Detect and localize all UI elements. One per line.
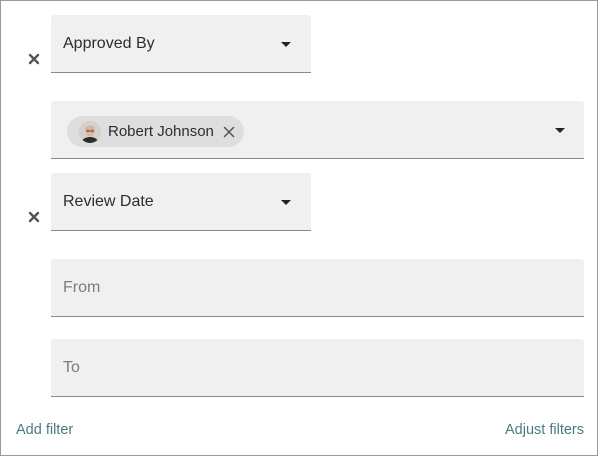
close-icon: [28, 53, 40, 65]
person-avatar: [79, 120, 101, 143]
filter-field-select-review-date[interactable]: Review Date: [51, 173, 311, 231]
approved-by-value-select[interactable]: Robert Johnson: [51, 101, 584, 159]
filter-panel: Approved By Robert Johnson Review Date F…: [0, 0, 598, 456]
add-filter-link[interactable]: Add filter: [16, 422, 73, 438]
close-icon: [28, 211, 40, 223]
date-to-input[interactable]: To: [51, 339, 584, 397]
chip-remove-close-icon[interactable]: [222, 125, 236, 139]
filter-field-label: Approved By: [63, 34, 155, 52]
selected-user-chip[interactable]: Robert Johnson: [67, 116, 244, 147]
remove-filter-approved-by-close-icon[interactable]: [25, 50, 43, 68]
chip-label: Robert Johnson: [108, 123, 214, 140]
from-placeholder: From: [63, 278, 101, 296]
caret-down-icon[interactable]: [281, 42, 291, 47]
date-from-input[interactable]: From: [51, 259, 584, 317]
filter-field-select-approved-by[interactable]: Approved By: [51, 15, 311, 73]
caret-down-icon[interactable]: [281, 200, 291, 205]
to-placeholder: To: [63, 358, 80, 376]
filter-field-label: Review Date: [63, 192, 154, 210]
adjust-filters-link[interactable]: Adjust filters: [505, 422, 584, 438]
remove-filter-review-date-close-icon[interactable]: [25, 208, 43, 226]
caret-down-icon[interactable]: [555, 128, 565, 133]
